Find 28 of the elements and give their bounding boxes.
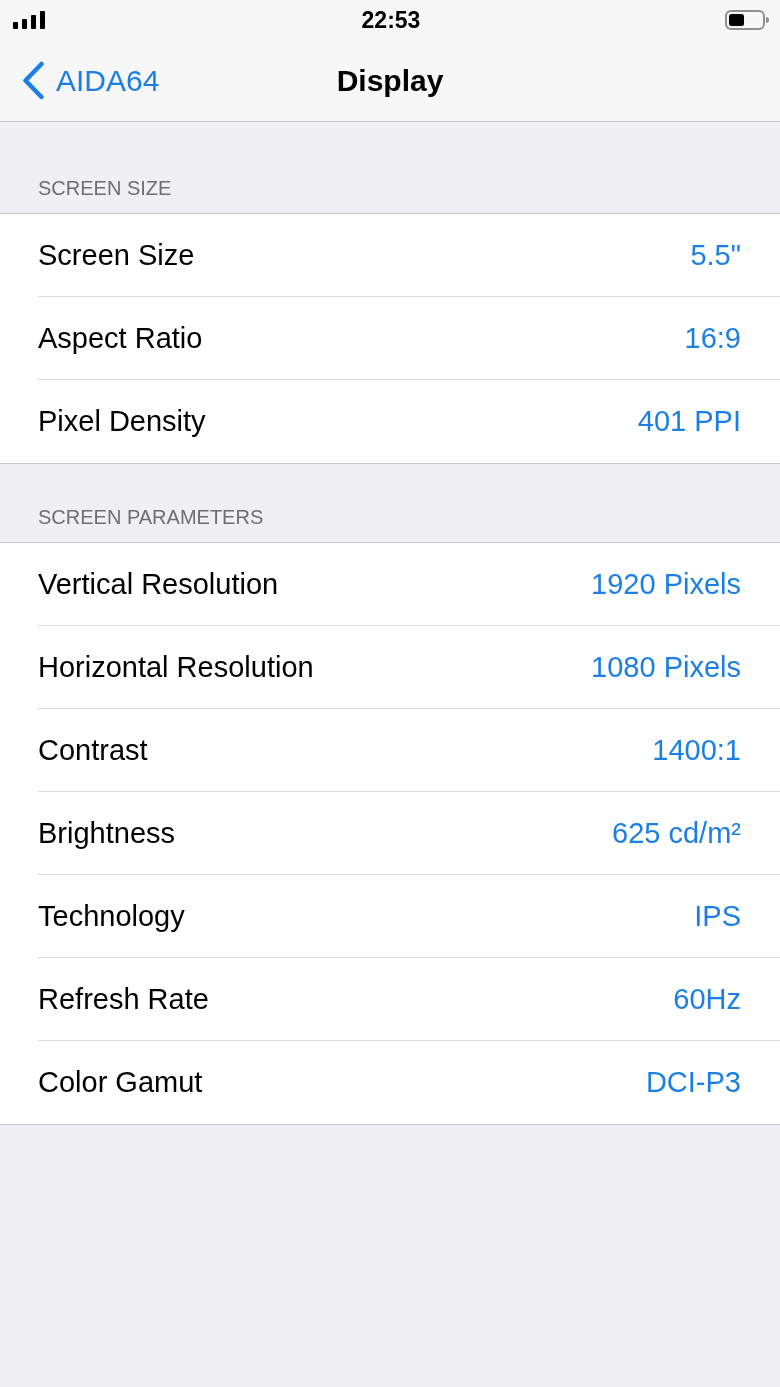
- row-value: 5.5": [690, 237, 741, 273]
- row-label: Aspect Ratio: [38, 320, 203, 356]
- row-value: 1080 Pixels: [591, 649, 741, 685]
- row-value: 625 cd/m²: [612, 815, 741, 851]
- row-value: 401 PPI: [637, 404, 741, 439]
- section-header: SCREEN SIZE: [37, 176, 173, 201]
- row-label: Horizontal Resolution: [38, 649, 314, 685]
- row-value: 60Hz: [673, 981, 741, 1017]
- row-label: Refresh Rate: [38, 981, 209, 1017]
- row-value: 1920 Pixels: [591, 566, 741, 602]
- status-time: 22:53: [361, 8, 421, 32]
- row-label: Pixel Density: [38, 404, 206, 439]
- section-header: SCREEN PARAMETERS: [37, 505, 265, 530]
- signal-icon: [13, 11, 45, 29]
- row-label: Screen Size: [38, 237, 195, 273]
- row-value: 16:9: [684, 320, 741, 356]
- row-label: Contrast: [38, 732, 148, 768]
- row-label: Color Gamut: [38, 1065, 203, 1100]
- back-button[interactable]: AIDA64: [0, 61, 164, 100]
- battery-icon: [725, 10, 769, 30]
- row-value: DCI-P3: [645, 1065, 741, 1100]
- row-value: IPS: [694, 898, 741, 934]
- row-label: Brightness: [38, 815, 175, 851]
- row-label: Technology: [38, 898, 185, 934]
- row-value: 1400:1: [652, 732, 741, 768]
- row-label: Vertical Resolution: [38, 566, 279, 602]
- chevron-icon: [22, 61, 45, 100]
- page-title: Display: [336, 62, 444, 99]
